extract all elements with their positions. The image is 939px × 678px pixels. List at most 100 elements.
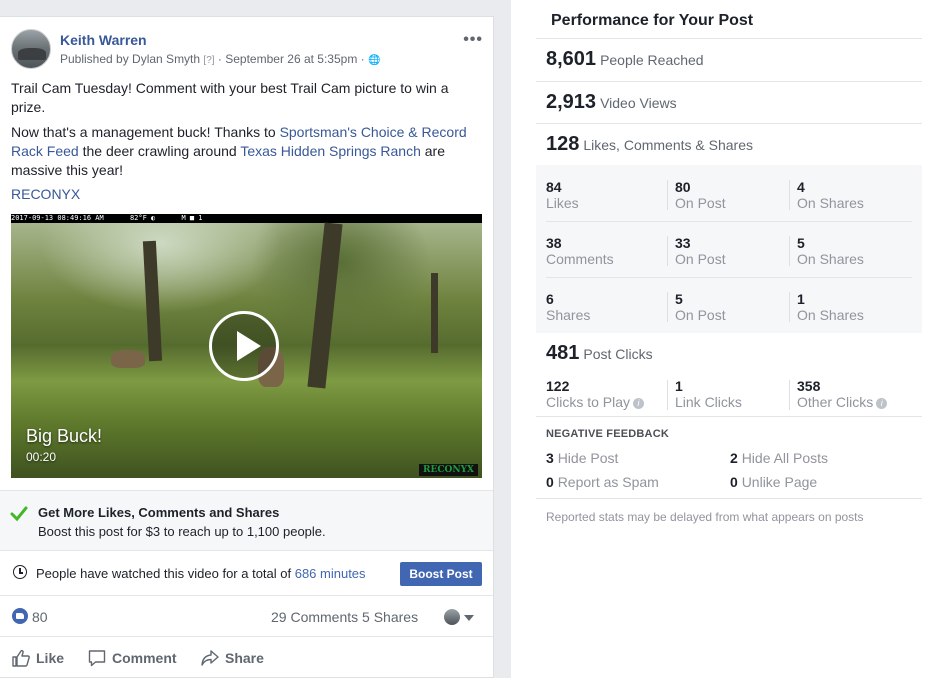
caret-down-icon[interactable]	[464, 615, 474, 621]
shares-total: 6 Shares	[546, 291, 590, 324]
stat-value: 84	[546, 179, 562, 195]
like-reaction-icon[interactable]	[12, 608, 28, 624]
people-reached-label: People Reached	[600, 52, 704, 68]
stat-label: Other Clicks	[797, 394, 874, 410]
play-button-icon[interactable]	[209, 311, 279, 381]
likes-on-post: 80 On Post	[675, 179, 726, 212]
column-separator	[667, 180, 668, 210]
stat-label: On Shares	[797, 251, 864, 267]
shares-on-shares: 1 On Shares	[797, 292, 864, 324]
video-title: Big Buck!	[26, 426, 103, 446]
post-date[interactable]: September 26 at 5:35pm	[225, 52, 357, 66]
stat-value: 2	[730, 450, 738, 466]
stat-value: 4	[797, 179, 805, 195]
divider	[536, 498, 922, 499]
negative-feedback-heading: NEGATIVE FEEDBACK	[546, 428, 669, 440]
post-clicks-row: 481 Post Clicks	[546, 342, 653, 365]
page-avatar[interactable]	[11, 29, 51, 69]
divider	[546, 221, 912, 222]
stat-label-wrap: Other Clicks i	[797, 394, 888, 410]
clock-icon	[13, 565, 27, 579]
stat-label: On Post	[675, 251, 726, 267]
divider	[536, 416, 922, 417]
stat-label: Likes	[546, 195, 579, 211]
column-separator	[789, 236, 790, 266]
report-spam-stat: 0 Report as Spam	[546, 474, 659, 490]
divider	[546, 277, 912, 278]
stat-value: 1	[675, 378, 683, 394]
stat-value: 33	[675, 235, 691, 251]
performance-title: Performance for Your Post	[551, 12, 754, 29]
comments-total: 38 Comments	[546, 236, 614, 268]
stat-label: Hide Post	[557, 450, 619, 466]
stat-label: On Post	[675, 307, 726, 323]
author-name[interactable]: Keith Warren	[60, 32, 147, 48]
info-icon[interactable]: i	[876, 398, 888, 409]
viewer-avatar[interactable]	[444, 609, 460, 625]
divider	[536, 123, 922, 124]
stat-label: On Post	[675, 195, 726, 211]
cam-id: M ■ 1	[181, 214, 203, 222]
clicks-to-play: 122 Clicks to Play i	[546, 379, 645, 410]
stats-delay-note: Reported stats may be delayed from what …	[546, 510, 864, 524]
column-separator	[789, 380, 790, 410]
stat-value: 5	[797, 235, 805, 251]
stat-label: Link Clicks	[675, 394, 742, 410]
boost-tip-title: Get More Likes, Comments and Shares	[38, 505, 280, 520]
performance-panel: Performance for Your Post 8,601 People Re…	[511, 0, 939, 678]
column-separator	[667, 236, 668, 266]
info-icon[interactable]: i	[633, 398, 645, 409]
stat-label-wrap: Clicks to Play i	[546, 394, 645, 410]
globe-icon[interactable]: 🌐	[368, 55, 380, 66]
tree-trunk	[431, 273, 438, 353]
share-icon	[201, 650, 219, 666]
stat-label: Clicks to Play	[546, 394, 631, 410]
column-separator	[667, 292, 668, 322]
comments-shares-count[interactable]: 29 Comments 5 Shares	[271, 609, 418, 625]
likes-on-shares: 4 On Shares	[797, 179, 864, 212]
published-by[interactable]: Published by Dylan Smyth	[60, 52, 200, 66]
reconyx-watermark: RECONYX	[419, 464, 478, 476]
comment-button[interactable]: Comment	[88, 649, 177, 667]
reconyx-tag-link[interactable]: RECONYX	[11, 186, 80, 202]
stat-label: On Shares	[797, 195, 864, 211]
video-views-row: 2,913 Video Views	[546, 91, 677, 114]
post-actions: Like Comment Share	[0, 638, 493, 678]
help-mark[interactable]: [?]	[203, 55, 214, 66]
texas-hidden-springs-link[interactable]: Texas Hidden Springs Ranch	[240, 143, 421, 159]
unlike-page-stat: 0 Unlike Page	[730, 474, 817, 490]
like-count[interactable]: 80	[32, 609, 48, 625]
tree-trunk	[142, 240, 163, 362]
thumbs-up-icon	[12, 649, 30, 667]
engagement-value: 128	[546, 133, 580, 155]
engagement-row: 128 Likes, Comments & Shares	[546, 133, 753, 156]
stat-label: Unlike Page	[741, 474, 818, 490]
like-button[interactable]: Like	[12, 649, 64, 667]
stat-value: 6	[546, 291, 554, 307]
column-separator	[789, 292, 790, 322]
stat-value: 80	[675, 179, 691, 195]
meta-separator: ·	[217, 52, 222, 66]
share-button[interactable]: Share	[201, 649, 264, 667]
other-clicks: 358 Other Clicks i	[797, 379, 888, 410]
divider	[536, 38, 922, 39]
cam-date: 2017-09-13 08:49:16 AM	[11, 214, 104, 222]
post-header: Keith Warren Published by Dylan Smyth [?…	[11, 29, 493, 73]
watch-time-text: People have watched this video for a tot…	[36, 566, 366, 581]
boost-tip-subtitle: Boost this post for $3 to reach up to 1,…	[38, 524, 326, 539]
more-options-icon[interactable]: •••	[463, 31, 483, 49]
post-message: Trail Cam Tuesday! Comment with your bes…	[11, 79, 481, 186]
video-player[interactable]: 2017-09-13 08:49:16 AM 82°F ◐ M ■ 1 Big …	[11, 214, 482, 478]
tree-trunk	[307, 222, 343, 389]
share-label: Share	[225, 650, 264, 666]
checkmark-icon	[10, 506, 28, 522]
shares-on-post: 5 On Post	[675, 292, 726, 324]
text-part-b: the deer crawling around	[78, 143, 241, 159]
engagement-label: Likes, Comments & Shares	[583, 137, 753, 153]
post-text-line1: Trail Cam Tuesday! Comment with your bes…	[11, 80, 449, 115]
reactions-bar: 80 29 Comments 5 Shares	[0, 597, 493, 637]
meta-separator-2: ·	[360, 52, 365, 66]
watch-minutes-link[interactable]: 686 minutes	[295, 566, 366, 581]
boost-post-button[interactable]: Boost Post	[400, 562, 482, 586]
people-reached-row: 8,601 People Reached	[546, 48, 704, 71]
